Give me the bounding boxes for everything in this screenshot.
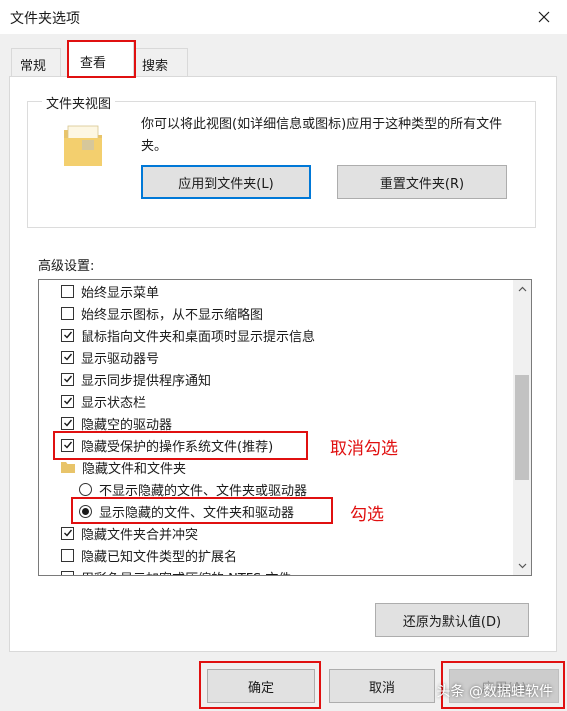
setting-label: 显示驱动器号	[81, 351, 160, 367]
watermark: 头条 @数据蛙软件	[436, 684, 553, 700]
setting-row[interactable]: 显示驱动器号	[61, 346, 159, 368]
setting-row[interactable]: 鼠标指向文件夹和桌面项时显示提示信息	[61, 324, 315, 346]
setting-label: 隐藏空的驱动器	[81, 417, 173, 433]
setting-row[interactable]: 显示状态栏	[61, 390, 146, 412]
checkmark-icon	[63, 397, 72, 405]
scroll-up-button[interactable]	[513, 280, 531, 298]
check-annotation: 勾选	[350, 505, 384, 525]
tab-view-highlight	[67, 40, 136, 78]
checkmark-icon	[63, 375, 72, 383]
checkmark-icon	[63, 331, 72, 339]
setting-label: 隐藏已知文件类型的扩展名	[81, 549, 238, 565]
tab-label: 搜索	[142, 59, 169, 74]
tab-search[interactable]: 搜索	[133, 48, 188, 76]
folder-icon	[61, 462, 75, 473]
folder-icon	[64, 125, 102, 166]
scroll-down-button[interactable]	[513, 557, 531, 575]
close-icon	[538, 11, 550, 23]
setting-label: 始终显示图标，从不显示缩略图	[81, 307, 264, 323]
setting-row[interactable]: 显示同步提供程序通知	[61, 368, 211, 390]
folder-views-description: 你可以将此视图(如详细信息或图标)应用于这种类型的所有文件夹。	[141, 117, 503, 154]
show-hidden-highlight	[71, 497, 333, 524]
setting-row[interactable]: 隐藏已知文件类型的扩展名	[61, 544, 237, 566]
tab-general[interactable]: 常规	[11, 48, 61, 76]
radio-unselected[interactable]	[79, 482, 92, 496]
button-label: 还原为默认值(D)	[402, 614, 502, 630]
title-bar: 文件夹选项	[0, 0, 567, 34]
checkbox-checked[interactable]	[61, 526, 74, 540]
checkbox-checked[interactable]	[61, 328, 74, 342]
checkbox-unchecked[interactable]	[61, 548, 74, 562]
setting-label: 始终显示菜单	[81, 285, 160, 301]
button-label: 取消	[368, 680, 395, 696]
setting-label: 用彩色显示加密或压缩的 NTFS 文件	[81, 568, 291, 576]
restore-defaults-button[interactable]: 还原为默认值(D)	[375, 603, 529, 637]
chevron-up-icon	[518, 286, 526, 292]
tab-label: 常规	[20, 59, 47, 74]
apply-to-folders-button[interactable]: 应用到文件夹(L)	[141, 165, 311, 199]
close-button[interactable]	[521, 0, 567, 34]
chevron-down-icon	[518, 563, 526, 569]
button-label: 应用到文件夹(L)	[178, 176, 274, 192]
checkbox-unchecked[interactable]	[61, 284, 74, 298]
setting-label: 隐藏文件和文件夹	[82, 461, 187, 477]
checkbox-checked[interactable]	[61, 372, 74, 386]
checkmark-icon	[63, 529, 72, 537]
checkbox-checked[interactable]	[61, 350, 74, 364]
setting-label: 显示状态栏	[81, 395, 147, 411]
checkbox-unchecked[interactable]	[61, 570, 74, 575]
advanced-settings-list[interactable]: 始终显示菜单始终显示图标，从不显示缩略图鼠标指向文件夹和桌面项时显示提示信息 显示…	[38, 279, 532, 576]
advanced-settings-label: 高级设置:	[38, 259, 95, 274]
protected-files-highlight	[53, 431, 308, 460]
reset-folders-button[interactable]: 重置文件夹(R)	[337, 165, 507, 199]
window-title: 文件夹选项	[10, 11, 80, 27]
setting-label: 隐藏文件夹合并冲突	[81, 527, 199, 543]
checkbox-checked[interactable]	[61, 416, 74, 430]
uncheck-annotation: 取消勾选	[330, 439, 398, 459]
ok-button-highlight	[199, 661, 321, 709]
setting-label: 鼠标指向文件夹和桌面项时显示提示信息	[81, 329, 316, 345]
scrollbar[interactable]	[513, 280, 531, 575]
scrollbar-thumb[interactable]	[515, 375, 529, 480]
folder-views-legend: 文件夹视图	[42, 93, 116, 112]
setting-row[interactable]: 始终显示菜单	[61, 280, 159, 302]
setting-row[interactable]: 隐藏文件夹合并冲突	[61, 522, 198, 544]
setting-row[interactable]: 用彩色显示加密或压缩的 NTFS 文件	[61, 566, 291, 576]
checkbox-unchecked[interactable]	[61, 306, 74, 320]
checkmark-icon	[63, 353, 72, 361]
button-label: 重置文件夹(R)	[379, 176, 465, 192]
cancel-button[interactable]: 取消	[329, 669, 435, 703]
setting-row[interactable]: 始终显示图标，从不显示缩略图	[61, 302, 263, 324]
setting-label: 不显示隐藏的文件、文件夹或驱动器	[99, 483, 308, 499]
setting-label: 显示同步提供程序通知	[81, 373, 212, 389]
checkmark-icon	[63, 419, 72, 427]
checkbox-checked[interactable]	[61, 394, 74, 408]
